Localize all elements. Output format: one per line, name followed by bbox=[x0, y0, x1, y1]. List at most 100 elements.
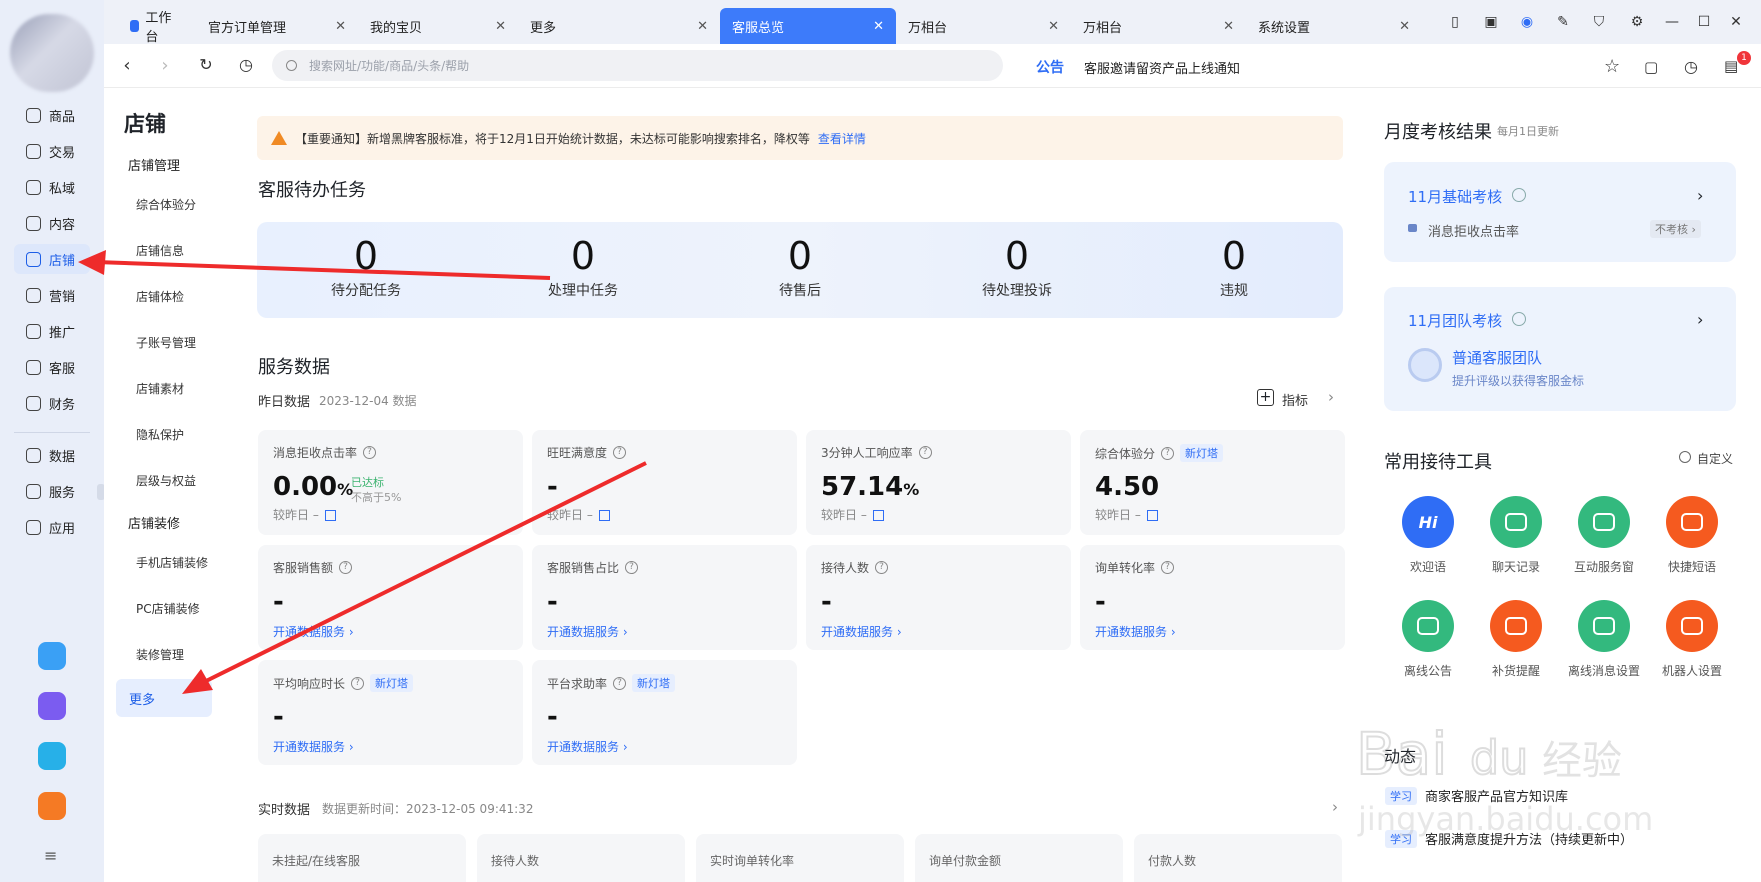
feed-item[interactable]: 学习 客服满意度提升方法（持续更新中） bbox=[1385, 829, 1633, 848]
metric-card[interactable]: 消息拒收点击率? 0.00% 已达标 不高于5% 较昨日 – bbox=[258, 430, 523, 535]
help-icon[interactable]: ? bbox=[613, 446, 627, 459]
chevron-right-icon[interactable]: › bbox=[1697, 186, 1703, 205]
todo-item[interactable]: 0 待处理投诉 bbox=[917, 232, 1117, 300]
help-icon[interactable]: ? bbox=[875, 561, 889, 574]
app-shortcut-2-icon[interactable] bbox=[38, 692, 66, 720]
metric-card[interactable]: 综合体验分? 新灯塔 4.50 较昨日 – bbox=[1080, 430, 1345, 535]
subnav-item-more[interactable]: 更多 bbox=[116, 679, 212, 717]
customize-button[interactable]: 自定义 bbox=[1697, 450, 1733, 467]
tool-item[interactable]: 机器人设置 bbox=[1654, 600, 1730, 679]
tab-7[interactable]: 万相台 ✕ bbox=[1071, 8, 1246, 44]
rail-item-service[interactable]: 客服 bbox=[14, 352, 90, 382]
forward-icon[interactable]: › bbox=[154, 56, 176, 76]
subnav-item[interactable]: 手机店铺装修 bbox=[136, 554, 208, 571]
folder-icon[interactable]: ▢ bbox=[1644, 58, 1658, 76]
help-icon[interactable]: ? bbox=[918, 446, 932, 459]
tab-5[interactable]: 客服总览 ✕ bbox=[720, 8, 896, 44]
not-assessed-tag[interactable]: 不考核 › bbox=[1650, 220, 1701, 238]
tab-close-icon[interactable]: ✕ bbox=[1399, 19, 1410, 34]
search-input[interactable]: 搜索网址/功能/商品/头条/帮助 bbox=[272, 50, 1003, 81]
todo-item[interactable]: 0 处理中任务 bbox=[483, 232, 683, 300]
open-data-service-link[interactable]: 开通数据服务 › bbox=[1095, 623, 1176, 640]
back-icon[interactable]: ‹ bbox=[116, 56, 138, 76]
realtime-card[interactable]: 询单付款金额 bbox=[915, 834, 1123, 882]
tool-item[interactable]: 补货提醒 bbox=[1478, 600, 1554, 679]
basic-assessment-card[interactable] bbox=[1384, 162, 1736, 262]
metric-card[interactable]: 平均响应时长? 新灯塔 - 开通数据服务 › bbox=[258, 660, 523, 765]
app-shortcut-3-icon[interactable] bbox=[38, 742, 66, 770]
help-icon[interactable] bbox=[1512, 312, 1526, 326]
tablet-icon[interactable]: ▣ bbox=[1481, 12, 1501, 32]
app-shortcut-1-icon[interactable] bbox=[38, 642, 66, 670]
metric-card[interactable]: 3分钟人工响应率? 57.14% 较昨日 – bbox=[806, 430, 1071, 535]
rail-item-finance[interactable]: 财务 bbox=[14, 388, 90, 418]
help-icon[interactable]: ? bbox=[625, 561, 639, 574]
team-assessment-card[interactable] bbox=[1384, 287, 1736, 411]
trend-icon[interactable] bbox=[1146, 510, 1158, 521]
rail-item-store[interactable]: 店铺 bbox=[14, 244, 90, 274]
realtime-card[interactable]: 实时询单转化率 bbox=[696, 834, 904, 882]
help-icon[interactable]: ? bbox=[613, 676, 627, 690]
rail-item-marketing[interactable]: 营销 bbox=[14, 280, 90, 310]
help-icon[interactable]: ? bbox=[351, 676, 365, 690]
metric-card[interactable]: 客服销售额? - 开通数据服务 › bbox=[258, 545, 523, 650]
trend-icon[interactable] bbox=[598, 510, 610, 521]
rail-item-services[interactable]: 服务 bbox=[14, 476, 90, 506]
favorite-icon[interactable]: ☆ bbox=[1604, 56, 1620, 77]
subnav-item[interactable]: 店铺素材 bbox=[136, 380, 184, 397]
tool-item[interactable]: 快捷短语 bbox=[1654, 496, 1730, 575]
rail-item-trade[interactable]: 交易 bbox=[14, 136, 90, 166]
rail-item-private[interactable]: 私域 bbox=[14, 172, 90, 202]
tab-close-icon[interactable]: ✕ bbox=[495, 19, 506, 34]
metric-card[interactable]: 询单转化率? - 开通数据服务 › bbox=[1080, 545, 1345, 650]
feed-item[interactable]: 学习 商家客服产品官方知识库 bbox=[1385, 786, 1568, 805]
open-data-service-link[interactable]: 开通数据服务 › bbox=[273, 623, 354, 640]
tab-4[interactable]: 更多 ✕ bbox=[518, 8, 720, 44]
announce-text[interactable]: 客服邀请留资产品上线通知 bbox=[1084, 58, 1240, 77]
refresh-icon[interactable]: ↻ bbox=[195, 55, 217, 75]
tab-close-icon[interactable]: ✕ bbox=[335, 19, 346, 34]
app-shortcut-4-icon[interactable] bbox=[38, 792, 66, 820]
settings-icon[interactable]: ⚙ bbox=[1627, 12, 1647, 32]
phone-icon[interactable]: ▯ bbox=[1445, 12, 1465, 32]
open-data-service-link[interactable]: 开通数据服务 › bbox=[273, 738, 354, 755]
realtime-card[interactable]: 接待人数 bbox=[477, 834, 685, 882]
clock-icon[interactable]: ◷ bbox=[1684, 57, 1698, 76]
metric-card[interactable]: 接待人数? - 开通数据服务 › bbox=[806, 545, 1071, 650]
chevron-right-icon[interactable]: › bbox=[1697, 310, 1703, 329]
subnav-item[interactable]: 店铺信息 bbox=[136, 242, 184, 259]
todo-item[interactable]: 0 待售后 bbox=[700, 232, 900, 300]
subnav-item[interactable]: 隐私保护 bbox=[136, 426, 184, 443]
open-data-service-link[interactable]: 开通数据服务 › bbox=[821, 623, 902, 640]
tab-close-icon[interactable]: ✕ bbox=[1048, 19, 1059, 34]
menu-icon[interactable]: ≡ bbox=[44, 846, 57, 865]
tab-close-icon[interactable]: ✕ bbox=[873, 19, 884, 34]
metric-button[interactable]: 指标 bbox=[1282, 390, 1308, 409]
minimize-icon[interactable]: — bbox=[1662, 12, 1682, 32]
tab-close-icon[interactable]: ✕ bbox=[1223, 19, 1234, 34]
tab-1[interactable]: 工作台 bbox=[118, 8, 188, 45]
open-data-service-link[interactable]: 开通数据服务 › bbox=[547, 623, 628, 640]
realtime-card[interactable]: 付款人数 bbox=[1134, 834, 1342, 882]
trend-icon[interactable] bbox=[872, 510, 884, 521]
todo-item[interactable]: 0 待分配任务 bbox=[266, 232, 466, 300]
history-icon[interactable]: ◷ bbox=[235, 55, 257, 75]
subnav-item[interactable]: 子账号管理 bbox=[136, 334, 196, 351]
rail-item-promotion[interactable]: 推广 bbox=[14, 316, 90, 346]
help-icon[interactable]: ? bbox=[363, 446, 377, 459]
notes-icon[interactable]: ✎ bbox=[1553, 12, 1573, 32]
chevron-right-icon[interactable]: › bbox=[1328, 388, 1334, 406]
close-window-icon[interactable]: ✕ bbox=[1726, 12, 1746, 32]
tab-6[interactable]: 万相台 ✕ bbox=[896, 8, 1071, 44]
rail-item-goods[interactable]: 商品 bbox=[14, 100, 90, 130]
rail-item-apps[interactable]: 应用 bbox=[14, 512, 90, 542]
add-metric-icon[interactable]: + bbox=[1257, 389, 1274, 406]
rail-item-content[interactable]: 内容 bbox=[14, 208, 90, 238]
metric-card[interactable]: 客服销售占比? - 开通数据服务 › bbox=[532, 545, 797, 650]
service-icon[interactable]: ◉ bbox=[1517, 12, 1537, 32]
help-icon[interactable]: ? bbox=[1161, 446, 1175, 460]
help-icon[interactable] bbox=[1512, 188, 1526, 202]
chevron-right-icon[interactable]: › bbox=[1332, 798, 1338, 816]
help-icon[interactable]: ? bbox=[1161, 561, 1175, 574]
tab-3[interactable]: 我的宝贝 ✕ bbox=[358, 8, 518, 44]
